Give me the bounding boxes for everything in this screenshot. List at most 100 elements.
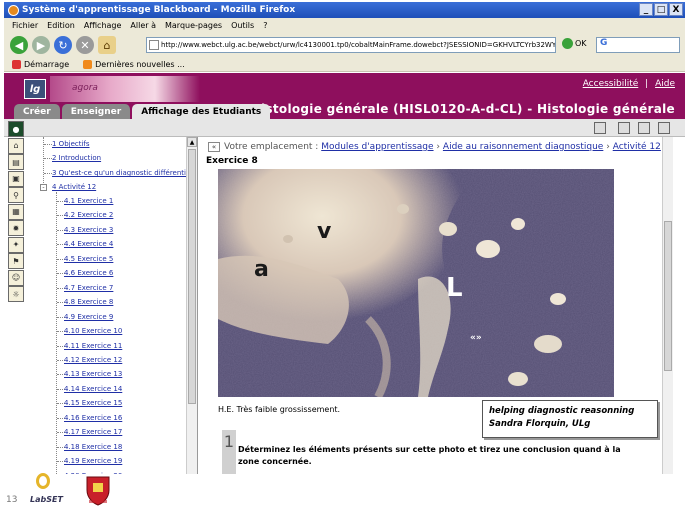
- tree-item-exercise[interactable]: 4.8 Exercice 8: [64, 298, 113, 306]
- bookmark-icon: [12, 60, 21, 69]
- tree-item-exercise[interactable]: 4.10 Exercice 10: [64, 327, 122, 335]
- tree-item-diagnostic[interactable]: 3 Qu'est-ce qu'un diagnostic différentie…: [52, 169, 197, 177]
- course-title: Histologie générale (HISL0120-A-d-CL) - …: [250, 102, 675, 116]
- window-titlebar: Système d'apprentissage Blackboard - Moz…: [4, 2, 685, 18]
- go-label: OK: [575, 39, 587, 48]
- compass-icon[interactable]: ✹: [8, 220, 24, 236]
- search-input[interactable]: G: [596, 37, 680, 53]
- page-favicon-icon: [149, 40, 159, 50]
- scroll-thumb[interactable]: [188, 149, 196, 404]
- tree-item-exercise[interactable]: 4.6 Exercice 6: [64, 269, 113, 277]
- url-bar[interactable]: http://www.webct.ulg.ac.be/webct/urw/lc4…: [146, 37, 556, 53]
- browser-window: Système d'apprentissage Blackboard - Moz…: [0, 0, 689, 517]
- stop-icon[interactable]: ✕: [76, 36, 94, 54]
- tree-item-exercise[interactable]: 4.3 Exercice 3: [64, 226, 113, 234]
- reload-icon[interactable]: ↻: [54, 36, 72, 54]
- menu-fichier[interactable]: Fichier: [12, 21, 38, 30]
- tree-item-objectifs[interactable]: 1 Objectifs: [52, 140, 90, 148]
- breadcrumb-modules[interactable]: Modules d'apprentissage: [321, 142, 433, 152]
- bookmark-news[interactable]: Dernières nouvelles ...: [83, 60, 185, 69]
- breadcrumb-sep: ›: [606, 142, 610, 152]
- back-arrow-icon[interactable]: ◀: [10, 36, 28, 54]
- close-button[interactable]: X: [669, 3, 683, 16]
- credit-line-1: helping diagnostic reasonning: [489, 406, 635, 416]
- credit-line-2: Sandra Florquin, ULg: [489, 419, 591, 429]
- print-icon[interactable]: [594, 122, 606, 134]
- globe-icon[interactable]: ☼: [8, 286, 24, 302]
- home-icon[interactable]: ●: [8, 121, 24, 137]
- folder-icon[interactable]: ▤: [8, 154, 24, 170]
- tree-item-exercise[interactable]: 4.18 Exercice 18: [64, 443, 122, 451]
- bookmark-label: Dernières nouvelles ...: [95, 60, 185, 69]
- grid-icon[interactable]: ▦: [8, 203, 24, 220]
- menu-affichage[interactable]: Affichage: [84, 21, 122, 30]
- tree-item-exercise[interactable]: 4.12 Exercice 12: [64, 356, 122, 364]
- menu-help[interactable]: ?: [263, 21, 267, 30]
- ulg-logo: lg: [24, 79, 46, 99]
- menu-aller[interactable]: Aller à: [130, 21, 156, 30]
- tree-item-exercise[interactable]: 4.1 Exercice 1: [64, 197, 113, 205]
- person-icon[interactable]: ☺: [8, 269, 24, 286]
- labset-text: LabSET: [30, 495, 63, 504]
- content-toolbar: [4, 119, 685, 137]
- labset-logo: LabSET: [30, 473, 76, 511]
- tree-item-exercise[interactable]: 4.2 Exercice 2: [64, 211, 113, 219]
- tree-item-exercise[interactable]: 4.13 Exercice 13: [64, 370, 122, 378]
- rss-icon: [83, 60, 93, 69]
- tree-item-exercise[interactable]: 4.15 Exercice 15: [64, 399, 122, 407]
- search-engine-icon: G: [600, 38, 608, 48]
- agora-brand: agora: [72, 83, 98, 93]
- tree-connector: [44, 144, 52, 145]
- content-scrollbar[interactable]: [662, 137, 673, 474]
- scroll-thumb[interactable]: [664, 221, 672, 371]
- histology-image: v a L «»: [218, 169, 614, 397]
- tool-icon[interactable]: [658, 122, 670, 134]
- tree-item-exercise[interactable]: 4.7 Exercice 7: [64, 284, 113, 292]
- forward-arrow-icon[interactable]: ▶: [32, 36, 50, 54]
- tool-icon[interactable]: [618, 122, 630, 134]
- window-controls: _ □ X: [639, 3, 683, 16]
- main-content: « Votre emplacement : Modules d'apprentis…: [206, 137, 674, 474]
- go-button[interactable]: OK: [562, 38, 587, 49]
- minimize-button[interactable]: _: [639, 3, 653, 16]
- label-a: a: [254, 257, 269, 282]
- maximize-button[interactable]: □: [654, 3, 668, 16]
- tree-item-exercise[interactable]: 4.19 Exercice 19: [64, 457, 122, 465]
- bookmark-demarrage[interactable]: Démarrage: [12, 60, 69, 69]
- tree-item-exercise[interactable]: 4.5 Exercice 5: [64, 255, 113, 263]
- menu-outils[interactable]: Outils: [231, 21, 254, 30]
- agora-banner: agora: [50, 76, 200, 102]
- course-header: lg agora Accessibilité | Aide Histologie…: [4, 73, 685, 119]
- scroll-up-icon[interactable]: ▲: [187, 137, 197, 147]
- key-icon[interactable]: ⚑: [8, 253, 24, 269]
- tree-item-exercise[interactable]: 4.4 Exercice 4: [64, 240, 113, 248]
- menu-marque-pages[interactable]: Marque-pages: [165, 21, 222, 30]
- pin-icon[interactable]: ✦: [8, 236, 24, 253]
- tree-item-exercise[interactable]: 4.16 Exercice 16: [64, 414, 122, 422]
- back-button[interactable]: «: [208, 142, 220, 152]
- tab-enseigner[interactable]: Enseigner: [61, 104, 131, 119]
- tree-scrollbar[interactable]: ▲: [186, 137, 197, 474]
- menu-edition[interactable]: Edition: [47, 21, 75, 30]
- tab-affichage-etudiants[interactable]: Affichage des Etudiants: [132, 104, 271, 119]
- arrow-marker: «»: [470, 333, 482, 343]
- tree-item-exercise[interactable]: 4.11 Exercice 11: [64, 342, 122, 350]
- tree-item-exercise[interactable]: 4.14 Exercice 14: [64, 385, 122, 393]
- tool-icon[interactable]: [638, 122, 650, 134]
- help-link[interactable]: Aide: [655, 79, 675, 89]
- house-icon[interactable]: ⌂: [8, 137, 24, 154]
- tab-creer[interactable]: Créer: [14, 104, 60, 119]
- tree-item-exercise[interactable]: 4.9 Exercice 9: [64, 313, 113, 321]
- link-separator: |: [645, 79, 649, 89]
- tree-item-exercise[interactable]: 4.17 Exercice 17: [64, 428, 122, 436]
- home-icon[interactable]: ⌂: [98, 36, 116, 54]
- exercise-title: Exercice 8: [206, 156, 258, 166]
- accessibility-link[interactable]: Accessibilité: [583, 79, 639, 89]
- breadcrumb-activite[interactable]: Activité 12: [613, 142, 661, 152]
- search-icon[interactable]: ⚲: [8, 187, 24, 203]
- collapse-toggle-icon[interactable]: -: [40, 184, 47, 191]
- tree-item-introduction[interactable]: 2 Introduction: [52, 154, 101, 162]
- document-icon[interactable]: ▣: [8, 170, 24, 187]
- tree-item-activite-12[interactable]: 4 Activité 12: [52, 183, 96, 191]
- breadcrumb-aide[interactable]: Aide au raisonnement diagnostique: [443, 142, 603, 152]
